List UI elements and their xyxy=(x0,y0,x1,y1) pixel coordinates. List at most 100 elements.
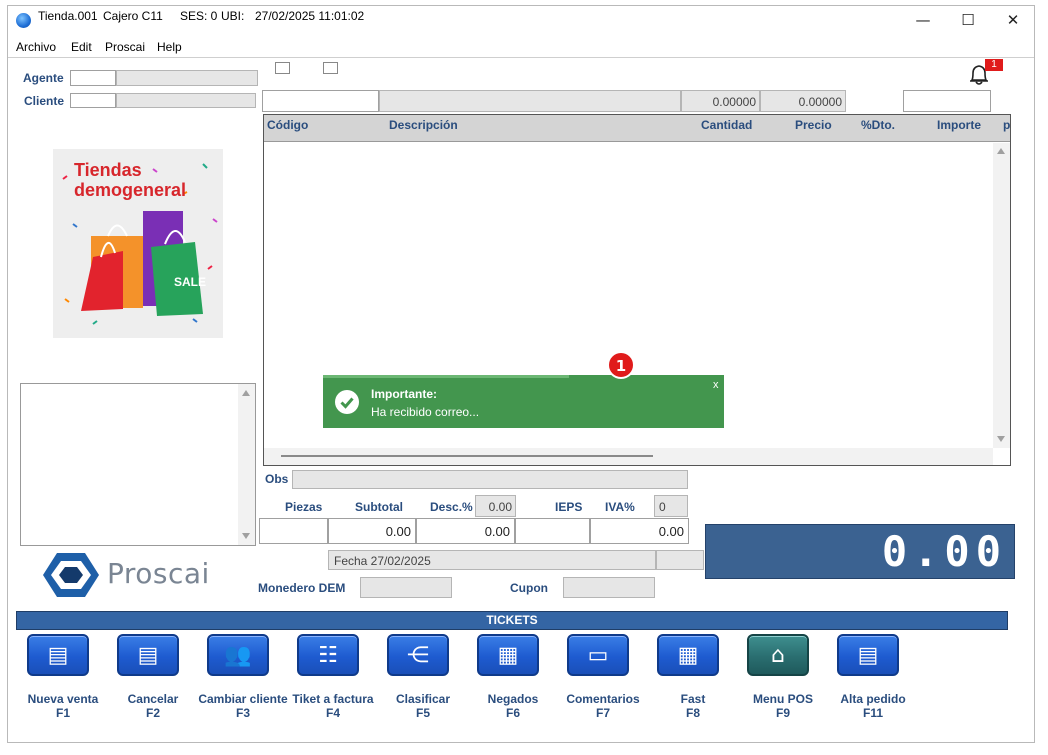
menu-divider xyxy=(8,57,1034,58)
menu-help[interactable]: Help xyxy=(157,40,182,54)
client-name-field xyxy=(116,93,256,108)
agent-code-input[interactable] xyxy=(70,70,116,86)
minimize-button[interactable]: — xyxy=(900,6,946,34)
client-code-input[interactable] xyxy=(70,93,116,108)
close-icon: ✕ xyxy=(1006,11,1020,29)
document-spark-icon: ▤ xyxy=(47,643,69,668)
tiket-factura-button[interactable]: ☷ xyxy=(297,634,359,676)
product-description-field xyxy=(379,90,681,112)
obs-label: Obs xyxy=(265,472,289,486)
desc-percent-field[interactable]: 0.00 xyxy=(475,495,516,517)
product-code-input[interactable] xyxy=(262,90,379,112)
col-importe[interactable]: Importe xyxy=(937,118,981,132)
subtotal-label: Subtotal xyxy=(355,500,403,514)
document-spark-icon: ▤ xyxy=(857,643,879,668)
monedero-input[interactable] xyxy=(360,577,452,598)
clasificar-label: Clasificar F5 xyxy=(395,692,451,720)
iva-label: IVA% xyxy=(605,500,635,514)
col-dto[interactable]: %Dto. xyxy=(861,118,895,132)
toast-close-icon[interactable]: x xyxy=(713,379,719,391)
total-display-value: 0.00 xyxy=(881,527,1007,576)
fast-button[interactable]: ▦ xyxy=(657,634,719,676)
fecha-field: Fecha 27/02/2025 xyxy=(328,550,656,570)
tree-icon: ⋲ xyxy=(407,643,429,668)
proscai-logo-icon xyxy=(43,551,99,599)
comentarios-button[interactable]: ▭ xyxy=(567,634,629,676)
toast-message: Ha recibido correo... xyxy=(371,405,480,419)
fast-grid-icon: ▦ xyxy=(677,643,699,668)
comment-icon: ▭ xyxy=(587,643,609,668)
notification-count-badge: 1 xyxy=(985,59,1003,71)
piezas-field xyxy=(259,518,328,544)
app-globe-icon xyxy=(16,13,31,28)
left-scroll-down-icon[interactable] xyxy=(242,533,250,539)
option-checkbox-1[interactable] xyxy=(275,62,290,74)
menu-proscai[interactable]: Proscai xyxy=(105,40,145,54)
iva-amount-field: 0.00 xyxy=(590,518,689,544)
cupon-input[interactable] xyxy=(563,577,655,598)
comentarios-label: Comentarios F7 xyxy=(566,692,640,720)
menu-pos-button[interactable]: ⌂ xyxy=(747,634,809,676)
title-datetime: 27/02/2025 11:01:02 xyxy=(255,9,365,23)
toast-step-badge: 1 xyxy=(607,351,635,379)
iva-rate-field[interactable]: 0 xyxy=(654,495,688,517)
grid-icon: ▦ xyxy=(497,643,519,668)
fecha-extra-field xyxy=(656,550,704,570)
col-cantidad[interactable]: Cantidad xyxy=(701,118,752,132)
piezas-label: Piezas xyxy=(285,500,323,514)
location-label: UBI: xyxy=(221,9,245,23)
alta-pedido-label: Alta pedido F11 xyxy=(840,692,906,720)
col-descripcion[interactable]: Descripción xyxy=(389,118,458,132)
clasificar-button[interactable]: ⋲ xyxy=(387,634,449,676)
ieps-label: IEPS xyxy=(555,500,583,514)
toast-title: Importante: xyxy=(371,387,437,401)
maximize-button[interactable]: ☐ xyxy=(945,6,991,34)
desc-label: Desc.% xyxy=(430,500,473,514)
toast-notification[interactable] xyxy=(323,375,724,428)
left-scroll-up-icon[interactable] xyxy=(242,390,250,396)
tickets-header: TICKETS xyxy=(16,611,1008,630)
col-codigo[interactable]: Código xyxy=(267,118,308,132)
document-x-icon: ▤ xyxy=(137,643,159,668)
negados-button[interactable]: ▦ xyxy=(477,634,539,676)
entry-extra-input[interactable] xyxy=(903,90,991,112)
tiket-factura-label: Tiket a factura F4 xyxy=(292,692,374,720)
promo-line2: demogeneral xyxy=(74,180,187,200)
agent-name-field xyxy=(116,70,258,86)
left-list-scrollbar[interactable] xyxy=(238,384,255,545)
fast-label: Fast F8 xyxy=(680,692,706,720)
nueva-venta-label: Nueva venta F1 xyxy=(27,692,99,720)
nueva-venta-button[interactable]: ▤ xyxy=(27,634,89,676)
ieps-field xyxy=(515,518,590,544)
close-button[interactable]: ✕ xyxy=(990,6,1036,34)
promo-line1: Tiendas xyxy=(74,160,142,180)
desc-amount-field: 0.00 xyxy=(416,518,515,544)
home-icon: ⌂ xyxy=(771,643,785,668)
subtotal-field: 0.00 xyxy=(328,518,416,544)
agent-label: Agente xyxy=(23,71,64,85)
cancelar-label: Cancelar F2 xyxy=(127,692,179,720)
table-vscrollbar[interactable] xyxy=(993,143,1010,448)
toast-progress xyxy=(323,375,569,378)
col-p[interactable]: p xyxy=(1003,118,1010,132)
option-checkbox-2[interactable] xyxy=(323,62,338,74)
cupon-label: Cupon xyxy=(510,581,548,595)
users-icon: 👥 xyxy=(224,643,252,668)
client-label: Cliente xyxy=(24,94,65,108)
menu-archivo[interactable]: Archivo xyxy=(16,40,56,54)
negados-label: Negados F6 xyxy=(487,692,539,720)
scroll-up-icon[interactable] xyxy=(997,148,1005,154)
obs-input[interactable] xyxy=(292,470,688,489)
cambiar-cliente-button[interactable]: 👥 xyxy=(207,634,269,676)
menu-edit[interactable]: Edit xyxy=(71,40,92,54)
cancelar-button[interactable]: ▤ xyxy=(117,634,179,676)
scroll-down-icon[interactable] xyxy=(997,436,1005,442)
proscai-logo-text: Proscai xyxy=(107,557,210,590)
left-list-box[interactable] xyxy=(20,383,256,546)
table-header xyxy=(264,115,1010,142)
alta-pedido-button[interactable]: ▤ xyxy=(837,634,899,676)
check-circle-icon xyxy=(335,390,359,414)
col-precio[interactable]: Precio xyxy=(795,118,832,132)
minimize-icon: — xyxy=(915,11,931,29)
hscroll-thumb[interactable] xyxy=(281,455,653,457)
